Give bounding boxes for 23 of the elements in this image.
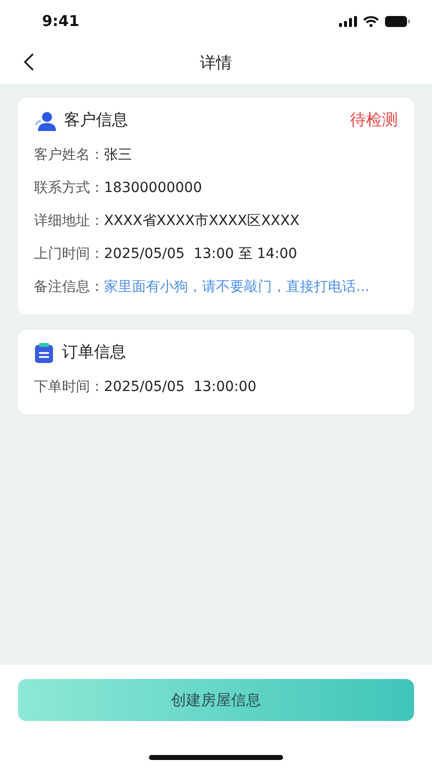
field-label: 下单时间： xyxy=(34,378,104,397)
field-value: 2025/05/05 13:00 至 14:00 xyxy=(104,245,298,264)
field-label: 客户姓名： xyxy=(34,146,104,165)
field-value: XXXX省XXXX市XXXX区XXXX xyxy=(104,212,300,231)
field-label: 上门时间： xyxy=(34,245,104,264)
create-button[interactable]: 创建房屋信息 xyxy=(18,679,414,721)
person-icon xyxy=(34,110,56,130)
field-label: 备注信息： xyxy=(34,278,104,297)
field-label: 详细地址： xyxy=(34,212,104,231)
card-title: 订单信息 xyxy=(62,342,126,363)
status-label: 待检测 xyxy=(350,110,398,131)
clipboard-icon xyxy=(34,342,54,362)
page-title: 详情 xyxy=(200,52,232,74)
battery-icon xyxy=(385,16,410,26)
field-label: 联系方式： xyxy=(34,179,104,198)
field-value: 18300000000 xyxy=(104,179,202,198)
signal-icon xyxy=(339,16,357,26)
card-title: 客户信息 xyxy=(64,110,128,131)
field-value: 2025/05/05 13:00:00 xyxy=(104,378,256,397)
status-time: 9:41 xyxy=(42,12,80,30)
field-value: 家里面有小狗，请不要敲门，直接打电话... xyxy=(104,278,370,297)
field-value: 张三 xyxy=(104,146,132,165)
wifi-icon xyxy=(363,16,379,26)
